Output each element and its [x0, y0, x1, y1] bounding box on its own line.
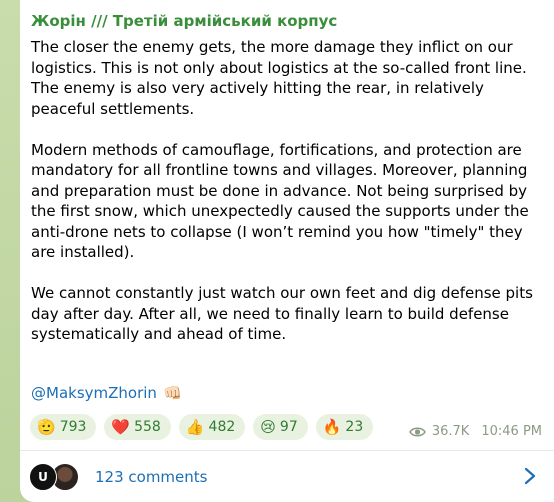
post-text: The closer the enemy gets, the more dama…	[31, 38, 533, 343]
message-time: 10:46 PM	[481, 424, 542, 439]
mention-link[interactable]: @MaksymZhorin	[31, 384, 157, 402]
message-meta: 36.7K 10:46 PM	[408, 424, 542, 439]
chevron-right-icon	[524, 467, 536, 485]
eye-icon	[408, 427, 426, 436]
salute-icon: 🫡	[37, 417, 56, 436]
reaction-heart[interactable]: ❤️ 558	[104, 414, 171, 440]
reaction-count: 482	[208, 419, 236, 435]
fire-icon: 🔥	[322, 417, 342, 436]
crying-face-icon: 😢	[260, 417, 276, 436]
commenter-avatars: U	[29, 462, 81, 491]
heart-icon: ❤️	[111, 417, 131, 436]
reaction-count: 23	[345, 419, 364, 435]
reaction-count: 558	[134, 419, 161, 435]
avatar: U	[29, 462, 57, 491]
thumbs-up-icon: 👍	[185, 417, 205, 436]
reaction-crying[interactable]: 😢 97	[253, 414, 308, 440]
view-count: 36.7K	[431, 424, 470, 439]
reaction-salute[interactable]: 🫡 793	[30, 414, 97, 440]
reaction-fire[interactable]: 🔥 23	[315, 414, 374, 440]
fist-icon: 👊🏻	[162, 384, 182, 402]
reactions-bar: 🫡 793 ❤️ 558 👍 482 😢 97 🔥 23	[30, 414, 374, 440]
reaction-thumbs-up[interactable]: 👍 482	[178, 414, 246, 440]
comments-label: 123 comments	[95, 467, 208, 486]
mention-line: @MaksymZhorin 👊🏻	[31, 384, 182, 402]
reaction-count: 793	[59, 419, 87, 435]
channel-name[interactable]: Жорін /// Третій армійський корпус	[31, 12, 337, 30]
reaction-count: 97	[279, 419, 298, 435]
message-bubble: Жорін /// Третій армійський корпус The c…	[20, 0, 554, 502]
comments-button[interactable]: U 123 comments	[20, 451, 554, 502]
